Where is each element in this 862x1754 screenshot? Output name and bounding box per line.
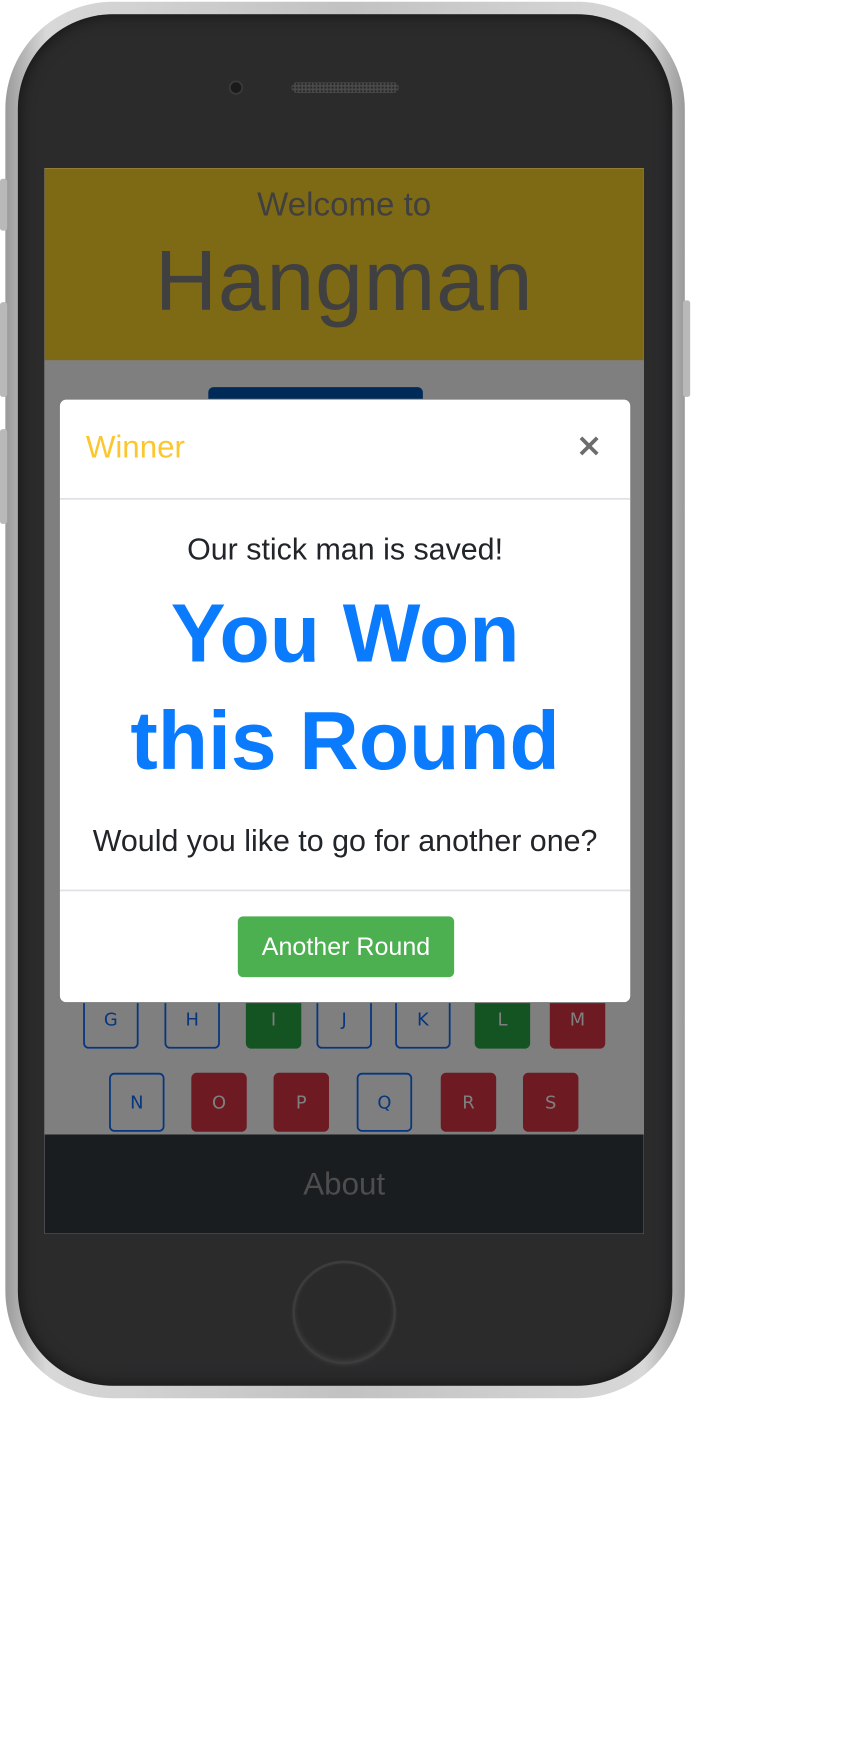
dialog-header: Winner × — [59, 400, 631, 500]
home-button[interactable] — [292, 1260, 397, 1365]
silent-switch — [0, 178, 8, 231]
volume-down-button — [0, 429, 8, 524]
saved-message: Our stick man is saved! — [187, 532, 504, 567]
volume-up-button — [0, 302, 8, 397]
power-button — [683, 300, 691, 397]
earpiece-speaker — [291, 82, 399, 93]
win-headline: You Won this Round — [60, 580, 630, 795]
front-camera — [228, 80, 244, 95]
winner-dialog: Winner × Our stick man is saved! You Won… — [59, 398, 632, 1004]
play-again-question: Would you like to go for another one? — [92, 824, 598, 859]
dialog-footer: Another Round — [59, 889, 631, 1003]
close-icon[interactable]: × — [571, 426, 607, 465]
win-headline-line1: You Won — [170, 588, 520, 680]
page: Welcome to Hangman G H I J K L M N O P Q… — [0, 0, 771, 1568]
phone-screen: Welcome to Hangman G H I J K L M N O P Q… — [44, 168, 644, 1234]
dialog-title: Winner — [85, 430, 185, 465]
another-round-button[interactable]: Another Round — [237, 916, 455, 978]
dialog-body: Our stick man is saved! You Won this Rou… — [60, 500, 630, 890]
win-headline-line2: this Round — [130, 695, 560, 787]
